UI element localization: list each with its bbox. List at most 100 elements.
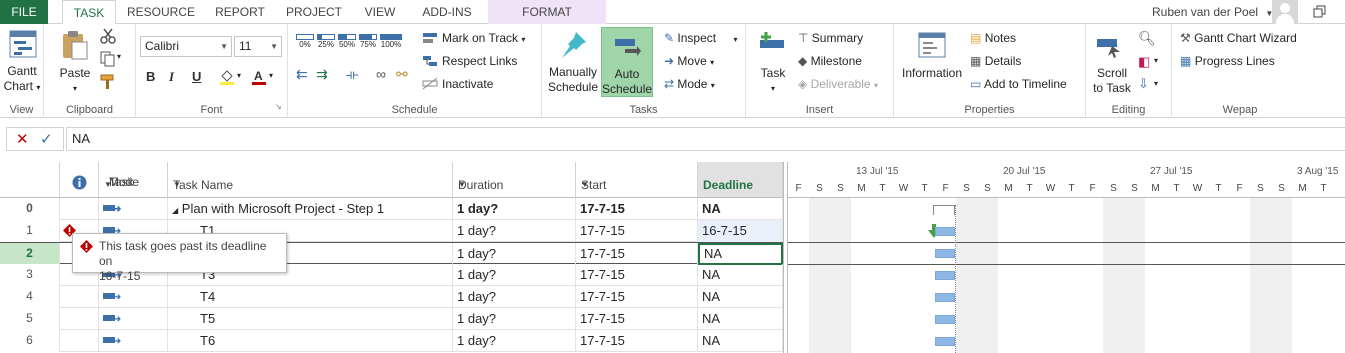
row-number[interactable]: 6 bbox=[0, 330, 60, 352]
notes-button[interactable]: ▤ Notes bbox=[970, 31, 1016, 45]
insert-task-button[interactable]: Task ▾ bbox=[754, 66, 792, 96]
percent-0-button[interactable]: 0% bbox=[296, 34, 314, 49]
tab-report[interactable]: REPORT bbox=[208, 0, 272, 24]
confirm-entry-icon[interactable]: ✓ bbox=[40, 130, 53, 148]
auto-schedule-button[interactable]: Auto Schedule bbox=[601, 27, 653, 97]
row-number[interactable]: 5 bbox=[0, 308, 60, 330]
task-name-cell[interactable]: ◢ Plan with Microsoft Project - Step 1 bbox=[168, 198, 453, 220]
duration-cell[interactable]: 1 day? bbox=[453, 243, 576, 265]
progress-lines-button[interactable]: ▦ Progress Lines bbox=[1180, 54, 1275, 68]
cancel-entry-icon[interactable]: ✕ bbox=[16, 130, 29, 148]
duration-cell[interactable]: 1 day? bbox=[453, 330, 576, 352]
entry-input[interactable]: NA bbox=[66, 127, 1345, 151]
italic-button[interactable]: I bbox=[169, 69, 174, 85]
task-mode-cell[interactable]: ➜ bbox=[99, 286, 168, 308]
deadline-cell[interactable]: NA bbox=[698, 198, 783, 220]
percent-75-button[interactable]: 75% bbox=[359, 34, 377, 49]
link-tasks-icon[interactable]: ∞ bbox=[376, 66, 386, 82]
deadline-cell[interactable]: NA bbox=[698, 308, 783, 330]
mark-on-track-button[interactable]: Mark on Track ▾ bbox=[442, 31, 525, 45]
format-painter-icon[interactable] bbox=[100, 74, 116, 90]
tab-project[interactable]: PROJECT bbox=[282, 0, 346, 24]
bold-button[interactable]: B bbox=[146, 69, 155, 84]
tab-resource[interactable]: RESOURCE bbox=[124, 0, 198, 24]
task-mode-header[interactable]: Task Mode ▼ bbox=[99, 162, 168, 198]
task-name-header[interactable]: Task Name ▼ bbox=[168, 162, 453, 198]
duration-cell[interactable]: 1 day? bbox=[453, 220, 576, 242]
copy-icon[interactable] bbox=[100, 51, 116, 67]
task-bar[interactable] bbox=[935, 271, 955, 280]
manually-schedule-button[interactable]: Manually Schedule bbox=[546, 65, 600, 95]
inactivate-button[interactable]: Inactivate bbox=[442, 77, 493, 91]
start-cell[interactable]: 17-7-15 bbox=[576, 330, 698, 352]
task-bar[interactable] bbox=[935, 337, 955, 346]
row-number[interactable]: 3 bbox=[0, 264, 60, 286]
table-row[interactable]: 0 ➜ ◢ Plan with Microsoft Project - Step… bbox=[0, 198, 783, 220]
tab-add-ins[interactable]: ADD-INS bbox=[412, 0, 482, 24]
clear-dropdown-icon[interactable]: ▾ bbox=[1154, 56, 1158, 65]
chevron-down-icon[interactable]: ▼ bbox=[581, 180, 691, 189]
deliverable-button[interactable]: ◈ Deliverable ▾ bbox=[798, 77, 878, 91]
start-cell[interactable]: 17-7-15 bbox=[576, 220, 698, 242]
deadline-cell-active[interactable]: NA bbox=[698, 243, 783, 265]
start-cell[interactable]: 17-7-15 bbox=[576, 198, 698, 220]
underline-button[interactable]: U bbox=[192, 69, 201, 84]
task-mode-cell[interactable]: ➜ bbox=[99, 198, 168, 220]
tab-view[interactable]: VIEW bbox=[358, 0, 402, 24]
information-button[interactable]: Information bbox=[896, 66, 968, 81]
duration-cell[interactable]: 1 day? bbox=[453, 286, 576, 308]
start-header[interactable]: Start ▼ bbox=[576, 162, 698, 198]
split-task-icon[interactable]: ⟛ bbox=[346, 66, 359, 83]
tab-file[interactable]: FILE bbox=[0, 0, 48, 24]
duration-cell[interactable]: 1 day? bbox=[453, 264, 576, 286]
unlink-tasks-icon[interactable]: ⚯ bbox=[396, 66, 408, 83]
duration-cell[interactable]: 1 day? bbox=[453, 308, 576, 330]
tab-format[interactable]: FORMAT bbox=[488, 0, 606, 24]
task-bar[interactable] bbox=[935, 315, 955, 324]
row-number[interactable]: 4 bbox=[0, 286, 60, 308]
tab-task[interactable]: TASK bbox=[62, 0, 116, 25]
paste-button[interactable]: Paste ▾ bbox=[54, 66, 96, 96]
table-row[interactable]: 4 ➜ T4 1 day? 17-7-15 NA bbox=[0, 286, 783, 308]
chevron-down-icon[interactable]: ▼ bbox=[104, 180, 161, 189]
font-size-select[interactable]: 11 ▼ bbox=[234, 36, 282, 57]
task-bar[interactable] bbox=[935, 249, 955, 258]
deadline-cell[interactable]: NA bbox=[698, 330, 783, 352]
copy-dropdown-icon[interactable]: ▾ bbox=[117, 52, 121, 61]
fill-down-icon[interactable]: ⇩ bbox=[1138, 76, 1149, 92]
chevron-down-icon[interactable]: ▼ bbox=[458, 180, 569, 189]
font-color-dropdown-icon[interactable]: ▾ bbox=[269, 71, 273, 80]
respect-links-button[interactable]: Respect Links bbox=[442, 54, 517, 68]
user-name[interactable]: Ruben van der Poel ▼ bbox=[1152, 0, 1273, 24]
fill-color-icon[interactable] bbox=[218, 68, 236, 86]
summary-bar[interactable] bbox=[933, 205, 955, 215]
scroll-to-task-button[interactable]: Scroll to Task bbox=[1090, 66, 1134, 96]
start-cell[interactable]: 17-7-15 bbox=[576, 264, 698, 286]
deadline-cell[interactable]: NA bbox=[698, 286, 783, 308]
deadline-cell[interactable]: NA bbox=[698, 264, 783, 286]
task-name-cell[interactable]: T4 bbox=[168, 286, 453, 308]
task-bar[interactable] bbox=[935, 227, 955, 236]
table-row[interactable]: 5 ➜ T5 1 day? 17-7-15 NA bbox=[0, 308, 783, 330]
gantt-chart-button[interactable]: Gantt Chart ▾ bbox=[2, 64, 42, 95]
row-number[interactable]: 2 bbox=[0, 243, 60, 265]
details-button[interactable]: ▦ Details bbox=[970, 54, 1021, 68]
row-number[interactable]: 1 bbox=[0, 220, 60, 242]
task-mode-cell[interactable]: ➜ bbox=[99, 308, 168, 330]
fill-color-dropdown-icon[interactable]: ▾ bbox=[237, 71, 241, 80]
task-mode-cell[interactable]: ➜ bbox=[99, 330, 168, 352]
table-row[interactable]: 6 ➜ T6 1 day? 17-7-15 NA bbox=[0, 330, 783, 352]
clear-icon[interactable]: ◧ bbox=[1138, 54, 1150, 70]
inspect-button[interactable]: ✎ Inspect ▾ bbox=[664, 31, 737, 45]
start-cell[interactable]: 17-7-15 bbox=[576, 286, 698, 308]
row-number[interactable]: 0 bbox=[0, 198, 60, 220]
milestone-button[interactable]: ◆ Milestone bbox=[798, 54, 862, 68]
deadline-cell[interactable]: 16-7-15 bbox=[698, 220, 783, 242]
percent-100-button[interactable]: 100% bbox=[380, 34, 402, 49]
duration-cell[interactable]: 1 day? bbox=[453, 198, 576, 220]
collapse-triangle-icon[interactable]: ◢ bbox=[172, 206, 178, 215]
fill-dropdown-icon[interactable]: ▾ bbox=[1154, 79, 1158, 88]
cut-icon[interactable] bbox=[100, 28, 116, 44]
move-button[interactable]: ➜ Move ▾ bbox=[664, 54, 714, 68]
start-cell[interactable]: 17-7-15 bbox=[576, 243, 698, 265]
